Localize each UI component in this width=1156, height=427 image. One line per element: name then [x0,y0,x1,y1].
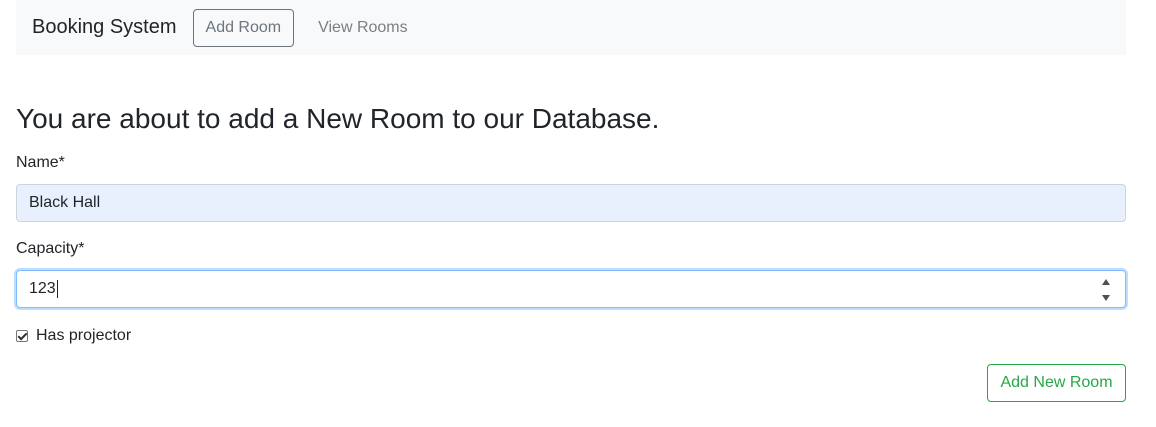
navbar-brand[interactable]: Booking System [32,16,177,39]
page-heading: You are about to add a New Room to our D… [16,103,660,134]
projector-checkbox-row[interactable]: Has projector [16,326,131,346]
name-input-value: Black Hall [29,194,101,211]
add-room-nav-button[interactable]: Add Room [192,8,295,47]
stepper-up-icon[interactable] [1102,279,1110,285]
text-caret [56,280,58,298]
name-input[interactable]: Black Hall [16,184,1126,222]
capacity-stepper[interactable] [1099,279,1113,301]
navbar: Booking System Add Room View Rooms [16,0,1126,55]
view-rooms-nav-link[interactable]: View Rooms [318,19,408,37]
capacity-input-value: 123 [29,280,56,297]
stepper-down-icon[interactable] [1102,295,1110,301]
capacity-input[interactable]: 123 [16,270,1126,308]
projector-label[interactable]: Has projector [36,327,131,345]
capacity-label: Capacity* [16,240,85,257]
projector-checkbox[interactable] [16,330,28,342]
add-new-room-button[interactable]: Add New Room [987,364,1126,402]
page: Booking System Add Room View Rooms You a… [0,0,1156,427]
name-label: Name* [16,154,65,171]
